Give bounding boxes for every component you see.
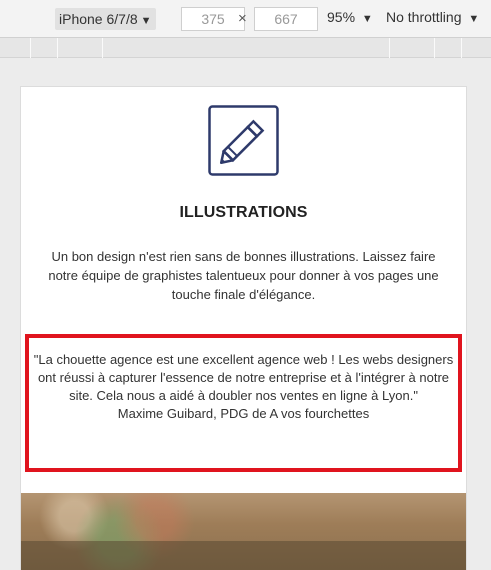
device-label: iPhone 6/7/8	[59, 11, 138, 27]
chevron-down-icon: ▼	[468, 13, 480, 25]
zoom-label: 95%	[327, 9, 356, 25]
testimonial-quote: "La chouette agence est une excellent ag…	[33, 352, 454, 403]
ruler-divider	[434, 38, 435, 58]
ruler-divider	[102, 38, 103, 58]
ruler-divider	[389, 38, 390, 58]
ruler-divider	[461, 38, 462, 58]
throttling-label: No throttling	[386, 9, 462, 25]
section-title: ILLUSTRATIONS	[179, 204, 308, 221]
testimonial-author: Maxime Guibard, PDG de A vos fourchettes	[117, 406, 370, 421]
device-select[interactable]: iPhone 6/7/8 ▼	[55, 8, 156, 30]
testimonial-highlight: "La chouette agence est une excellent ag…	[25, 334, 462, 472]
media-query-ruler[interactable]	[0, 38, 491, 58]
zoom-select[interactable]: 95% ▼	[327, 9, 373, 25]
chevron-down-icon: ▼	[140, 15, 152, 27]
pencil-icon	[208, 105, 279, 176]
testimonial: "La chouette agence est une excellent ag…	[29, 351, 458, 423]
image-overlay	[21, 541, 466, 570]
width-input[interactable]: 375	[181, 7, 245, 31]
hero-image	[21, 493, 466, 570]
ruler-divider	[30, 38, 31, 58]
height-input[interactable]: 667	[254, 7, 318, 31]
ruler-divider	[57, 38, 58, 58]
chevron-down-icon: ▼	[361, 13, 373, 25]
dimension-separator: ×	[238, 10, 247, 27]
throttling-select[interactable]: No throttling ▼	[386, 9, 479, 25]
emulated-page: ILLUSTRATIONS Un bon design n'est rien s…	[20, 86, 467, 570]
devtools-device-toolbar: iPhone 6/7/8 ▼ 375 × 667 95% ▼ No throttl…	[0, 0, 491, 38]
section-description: Un bon design n'est rien sans de bonnes …	[48, 249, 439, 302]
